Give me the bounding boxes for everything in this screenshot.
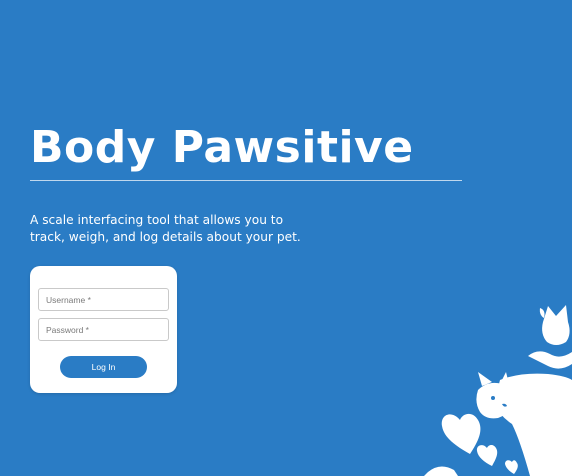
heart-icon (441, 413, 481, 454)
pets-illustration (424, 305, 572, 476)
cat-head-icon (542, 305, 570, 345)
heart-icon (476, 444, 498, 466)
heart-icon (505, 460, 518, 474)
